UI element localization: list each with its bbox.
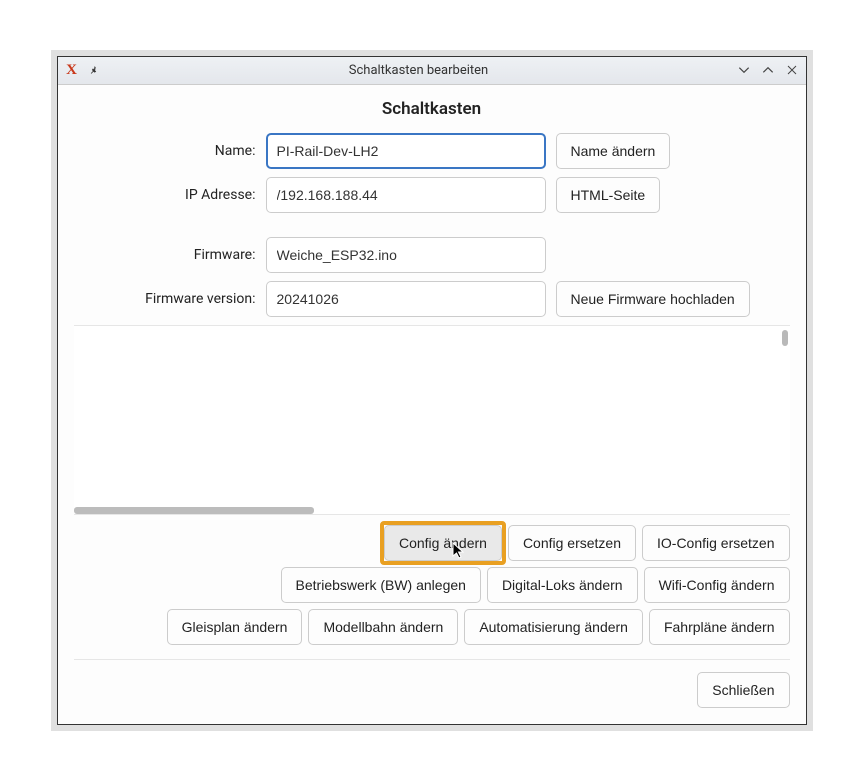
- horizontal-scrollbar[interactable]: [74, 507, 314, 514]
- modellbahn-button[interactable]: Modellbahn ändern: [308, 609, 458, 645]
- titlebar: X Schaltkasten bearbeiten: [58, 57, 806, 85]
- page-title: Schaltkasten: [74, 99, 790, 119]
- log-textarea[interactable]: [74, 325, 790, 515]
- digital-loks-button[interactable]: Digital-Loks ändern: [487, 567, 638, 603]
- vertical-scrollbar[interactable]: [782, 330, 788, 346]
- row-firmware: Firmware:: [74, 237, 790, 273]
- name-input[interactable]: [266, 133, 546, 169]
- ip-input[interactable]: [266, 177, 546, 213]
- firmware-input[interactable]: [266, 237, 546, 273]
- io-config-replace-button[interactable]: IO-Config ersetzen: [642, 525, 790, 561]
- label-firmware: Firmware:: [74, 247, 256, 263]
- highlighted-button: Config ändern: [380, 521, 506, 565]
- config-change-button[interactable]: Config ändern: [384, 525, 502, 561]
- window-title: Schaltkasten bearbeiten: [102, 63, 736, 78]
- fahrplaene-button[interactable]: Fahrpläne ändern: [649, 609, 790, 645]
- automatisierung-button[interactable]: Automatisierung ändern: [464, 609, 643, 645]
- config-replace-button[interactable]: Config ersetzen: [508, 525, 636, 561]
- close-icon[interactable]: [784, 62, 800, 78]
- maximize-icon[interactable]: [760, 62, 776, 78]
- label-ip: IP Adresse:: [74, 187, 256, 203]
- label-firmware-version: Firmware version:: [74, 291, 256, 307]
- dialog-content: Schaltkasten Name: Name ändern IP Adress…: [58, 85, 806, 724]
- action-buttons: Config ändern Config ersetzen IO-Config …: [74, 525, 790, 645]
- gleisplan-button[interactable]: Gleisplan ändern: [167, 609, 303, 645]
- firmware-version-input[interactable]: [266, 281, 546, 317]
- html-page-button[interactable]: HTML-Seite: [556, 177, 661, 213]
- app-icon: X: [64, 62, 80, 78]
- upload-firmware-button[interactable]: Neue Firmware hochladen: [556, 281, 750, 317]
- row-ip: IP Adresse: HTML-Seite: [74, 177, 790, 213]
- wifi-config-button[interactable]: Wifi-Config ändern: [644, 567, 790, 603]
- label-name: Name:: [74, 143, 256, 159]
- minimize-icon[interactable]: [736, 62, 752, 78]
- row-firmware-version: Firmware version: Neue Firmware hochlade…: [74, 281, 790, 317]
- row-name: Name: Name ändern: [74, 133, 790, 169]
- change-name-button[interactable]: Name ändern: [556, 133, 671, 169]
- dialog-window: X Schaltkasten bearbeiten Schaltkasten N…: [57, 56, 807, 725]
- pin-icon[interactable]: [86, 62, 102, 78]
- bw-create-button[interactable]: Betriebswerk (BW) anlegen: [281, 567, 481, 603]
- close-button[interactable]: Schließen: [697, 672, 789, 708]
